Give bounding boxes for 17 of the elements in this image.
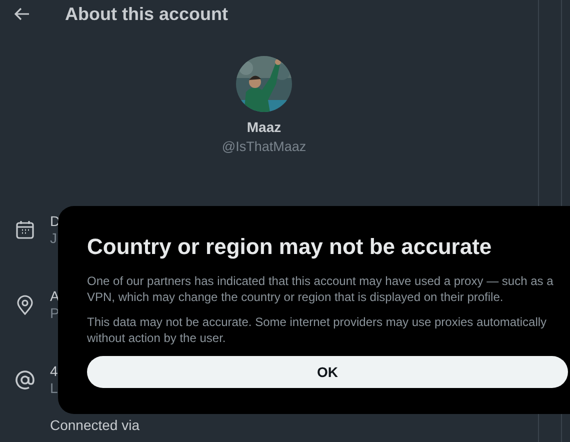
location-pin-icon [15,294,35,314]
info-label: Connected via [50,417,140,434]
back-arrow-icon [14,7,30,21]
info-value: P [50,304,60,322]
profile-name: Maaz [246,119,282,135]
profile-handle: @IsThatMaaz [222,139,306,154]
dialog-text: This data may not be accurate. Some internet providers may use proxies automatically without action by the user. [87,314,548,346]
at-sign-icon [15,370,35,390]
calendar-icon [15,220,35,240]
info-value: J [50,230,58,246]
info-label: 4 [50,362,58,380]
page-title: About this account [65,4,228,24]
back-button[interactable] [14,7,30,21]
ok-button[interactable]: OK [87,356,568,388]
dialog-text: One of our partners has indicated that this account may have used a proxy — such as a VPN, which may change the country or region that is displayed on their profile. [87,273,554,305]
dialog-title: Country or region may not be accurate [87,234,493,260]
info-value: L [50,380,58,396]
